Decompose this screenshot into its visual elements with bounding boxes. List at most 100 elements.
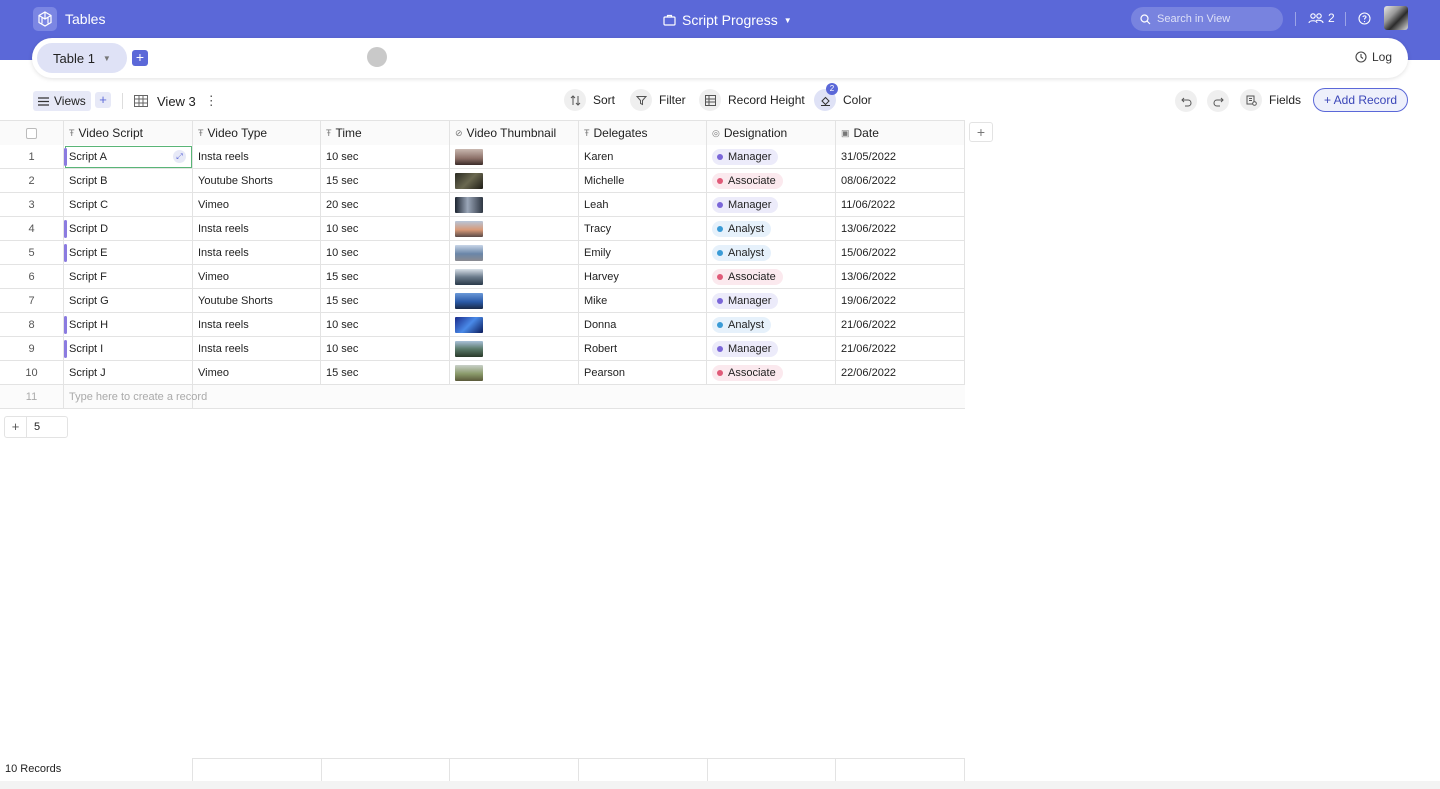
cell-video-thumbnail[interactable]	[450, 265, 579, 289]
cell-date[interactable]: 31/05/2022	[836, 145, 965, 169]
cell-video-thumbnail[interactable]	[450, 289, 579, 313]
cell-video-script[interactable]: Script D	[64, 217, 193, 241]
cell-delegates[interactable]: Leah	[579, 193, 707, 217]
cell-delegates[interactable]: Mike	[579, 289, 707, 313]
cell-video-thumbnail[interactable]	[450, 217, 579, 241]
cell-video-thumbnail[interactable]	[450, 337, 579, 361]
collaborators-button[interactable]: 2	[1308, 11, 1335, 25]
column-header-video-type[interactable]: Ŧ Video Type	[193, 121, 321, 145]
cell-video-script[interactable]: Script I	[64, 337, 193, 361]
cell-video-thumbnail[interactable]	[450, 361, 579, 385]
table-row[interactable]: 4 Script D Insta reels 10 sec Tracy Analyst 13…	[0, 217, 965, 241]
cell-video-thumbnail[interactable]	[450, 193, 579, 217]
cell-date[interactable]: 22/06/2022	[836, 361, 965, 385]
footer-summary-cell[interactable]	[450, 758, 579, 781]
select-all-checkbox[interactable]	[26, 127, 37, 139]
thumbnail-image[interactable]	[455, 269, 483, 285]
column-header-video-script[interactable]: Ŧ Video Script	[64, 121, 193, 145]
table-row[interactable]: 6 Script F Vimeo 15 sec Harvey Associate 13/06…	[0, 265, 965, 289]
column-header-video-thumbnail[interactable]: ⊘ Video Thumbnail	[450, 121, 579, 145]
footer-summary-cell[interactable]	[322, 758, 450, 781]
cell-designation[interactable]: Manager	[707, 289, 836, 313]
table-row[interactable]: 7 Script G Youtube Shorts 15 sec Mike Manager…	[0, 289, 965, 313]
cell-delegates[interactable]: Pearson	[579, 361, 707, 385]
cell-date[interactable]: 13/06/2022	[836, 217, 965, 241]
document-title-dropdown[interactable]: Script Progress ▼	[663, 12, 792, 28]
cell-date[interactable]: 11/06/2022	[836, 193, 965, 217]
footer-summary-cell[interactable]	[193, 758, 322, 781]
fields-button[interactable]: Fields	[1240, 88, 1301, 112]
column-header-date[interactable]: ▣ Date	[836, 121, 965, 145]
thumbnail-image[interactable]	[455, 221, 483, 237]
add-view-button[interactable]: +	[95, 92, 111, 108]
cell-video-type[interactable]: Insta reels	[193, 313, 321, 337]
cell-video-type[interactable]: Vimeo	[193, 265, 321, 289]
cell-video-type[interactable]: Insta reels	[193, 337, 321, 361]
cell-delegates[interactable]: Donna	[579, 313, 707, 337]
cell-designation[interactable]: Analyst	[707, 217, 836, 241]
cell-video-script[interactable]: Script J	[64, 361, 193, 385]
cell-time[interactable]: 10 sec	[321, 337, 450, 361]
cell-video-thumbnail[interactable]	[450, 313, 579, 337]
cell-video-script[interactable]: Script F	[64, 265, 193, 289]
table-row[interactable]: 5 Script E Insta reels 10 sec Emily Analyst 15…	[0, 241, 965, 265]
cell-time[interactable]: 15 sec	[321, 265, 450, 289]
cell-time[interactable]: 10 sec	[321, 145, 450, 169]
cell-video-type[interactable]: Insta reels	[193, 145, 321, 169]
add-record-button[interactable]: + Add Record	[1313, 88, 1408, 112]
new-record-row[interactable]: 11 Type here to create a record	[0, 385, 965, 409]
cell-delegates[interactable]: Michelle	[579, 169, 707, 193]
cell-designation[interactable]: Associate	[707, 169, 836, 193]
undo-icon[interactable]	[1175, 90, 1197, 112]
cell-time[interactable]: 15 sec	[321, 169, 450, 193]
cell-date[interactable]: 19/06/2022	[836, 289, 965, 313]
thumbnail-image[interactable]	[455, 197, 483, 213]
views-button[interactable]: Views	[33, 91, 91, 111]
cell-time[interactable]: 20 sec	[321, 193, 450, 217]
cell-date[interactable]: 08/06/2022	[836, 169, 965, 193]
log-button[interactable]: Log	[1355, 50, 1392, 64]
search-box[interactable]	[1131, 7, 1283, 31]
expand-record-icon[interactable]: ⤢	[173, 150, 186, 163]
thumbnail-image[interactable]	[455, 317, 483, 333]
cell-time[interactable]: 15 sec	[321, 289, 450, 313]
cell-delegates[interactable]: Karen	[579, 145, 707, 169]
cell-designation[interactable]: Associate	[707, 361, 836, 385]
cell-video-type[interactable]: Youtube Shorts	[193, 169, 321, 193]
cell-date[interactable]: 21/06/2022	[836, 337, 965, 361]
cell-video-type[interactable]: Youtube Shorts	[193, 289, 321, 313]
cell-time[interactable]: 10 sec	[321, 313, 450, 337]
table-row[interactable]: 10 Script J Vimeo 15 sec Pearson Associate 22/…	[0, 361, 965, 385]
cell-date[interactable]: 15/06/2022	[836, 241, 965, 265]
thumbnail-image[interactable]	[455, 173, 483, 189]
table-row[interactable]: 8 Script H Insta reels 10 sec Donna Analyst 21…	[0, 313, 965, 337]
cell-video-script[interactable]: Script B	[64, 169, 193, 193]
cell-video-thumbnail[interactable]	[450, 145, 579, 169]
record-height-button[interactable]: Record Height	[699, 88, 805, 112]
cell-delegates[interactable]: Tracy	[579, 217, 707, 241]
thumbnail-image[interactable]	[455, 149, 483, 165]
cell-video-script[interactable]: Script A ⤢	[64, 145, 193, 169]
app-logo-icon[interactable]	[33, 7, 57, 31]
table-row[interactable]: 2 Script B Youtube Shorts 15 sec Michelle Ass…	[0, 169, 965, 193]
cell-video-type[interactable]: Insta reels	[193, 217, 321, 241]
thumbnail-image[interactable]	[455, 341, 483, 357]
column-header-delegates[interactable]: Ŧ Delegates	[579, 121, 707, 145]
user-avatar[interactable]	[1384, 6, 1408, 30]
tab-table-1[interactable]: Table 1 ▼	[37, 43, 127, 73]
thumbnail-image[interactable]	[455, 365, 483, 381]
cell-time[interactable]: 15 sec	[321, 361, 450, 385]
table-row[interactable]: 3 Script C Vimeo 20 sec Leah Manager 11/06/202…	[0, 193, 965, 217]
search-input[interactable]	[1157, 13, 1277, 25]
cell-designation[interactable]: Manager	[707, 337, 836, 361]
column-header-designation[interactable]: ◎ Designation	[707, 121, 836, 145]
new-record-input[interactable]: Type here to create a record	[64, 385, 207, 409]
add-group-button[interactable]: +	[5, 417, 27, 437]
add-table-button[interactable]: +	[132, 50, 148, 66]
redo-icon[interactable]	[1207, 90, 1229, 112]
thumbnail-image[interactable]	[455, 245, 483, 261]
cell-video-type[interactable]: Vimeo	[193, 193, 321, 217]
cell-delegates[interactable]: Harvey	[579, 265, 707, 289]
sort-button[interactable]: Sort	[564, 88, 615, 112]
cell-date[interactable]: 21/06/2022	[836, 313, 965, 337]
